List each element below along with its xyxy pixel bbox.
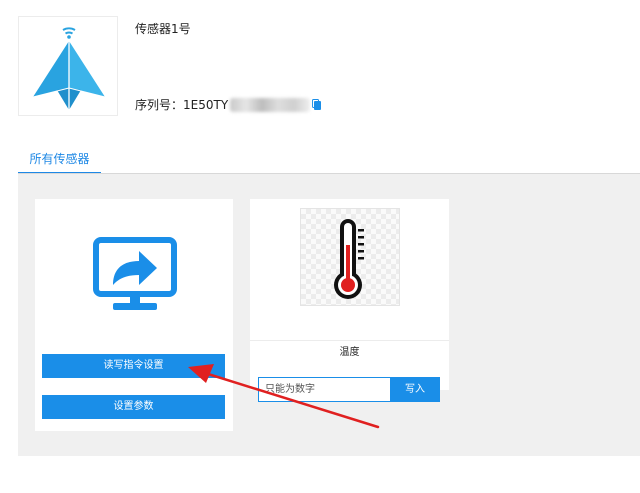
command-card: 读写指令设置 设置参数 [35, 199, 233, 431]
page-root: 传感器1号 序列号： 1E50TY 所有传感器 读写指令设置 设置参数 温度 只… [0, 0, 640, 493]
read-write-command-button[interactable]: 读写指令设置 [42, 354, 225, 378]
serial-value: 1E50TY [183, 97, 229, 112]
serial-label: 序列号： [135, 98, 184, 112]
sensor-image [300, 208, 400, 306]
card-divider [250, 340, 449, 341]
write-button[interactable]: 写入 [390, 377, 440, 402]
copy-icon[interactable] [312, 98, 322, 111]
sensor-title: 温度 [339, 347, 360, 358]
numeric-value-input[interactable] [258, 377, 390, 402]
serial-redaction [230, 97, 311, 112]
thermometer-icon [334, 219, 364, 299]
sensor-panel: 读写指令设置 设置参数 温度 只能为数字 写入 [18, 174, 640, 456]
device-image [18, 16, 118, 116]
device-name: 传感器1号 [135, 22, 191, 36]
tab-all-sensors[interactable]: 所有传感器 [18, 148, 101, 174]
serial-number-row: 序列号： 1E50TY [135, 96, 322, 113]
sensor-tabs: 所有传感器 [18, 148, 640, 174]
temperature-card: 温度 写入 [250, 199, 449, 402]
settings-params-button[interactable]: 设置参数 [42, 395, 225, 419]
device-logo-icon [32, 27, 106, 110]
screen-share-icon [93, 237, 177, 310]
